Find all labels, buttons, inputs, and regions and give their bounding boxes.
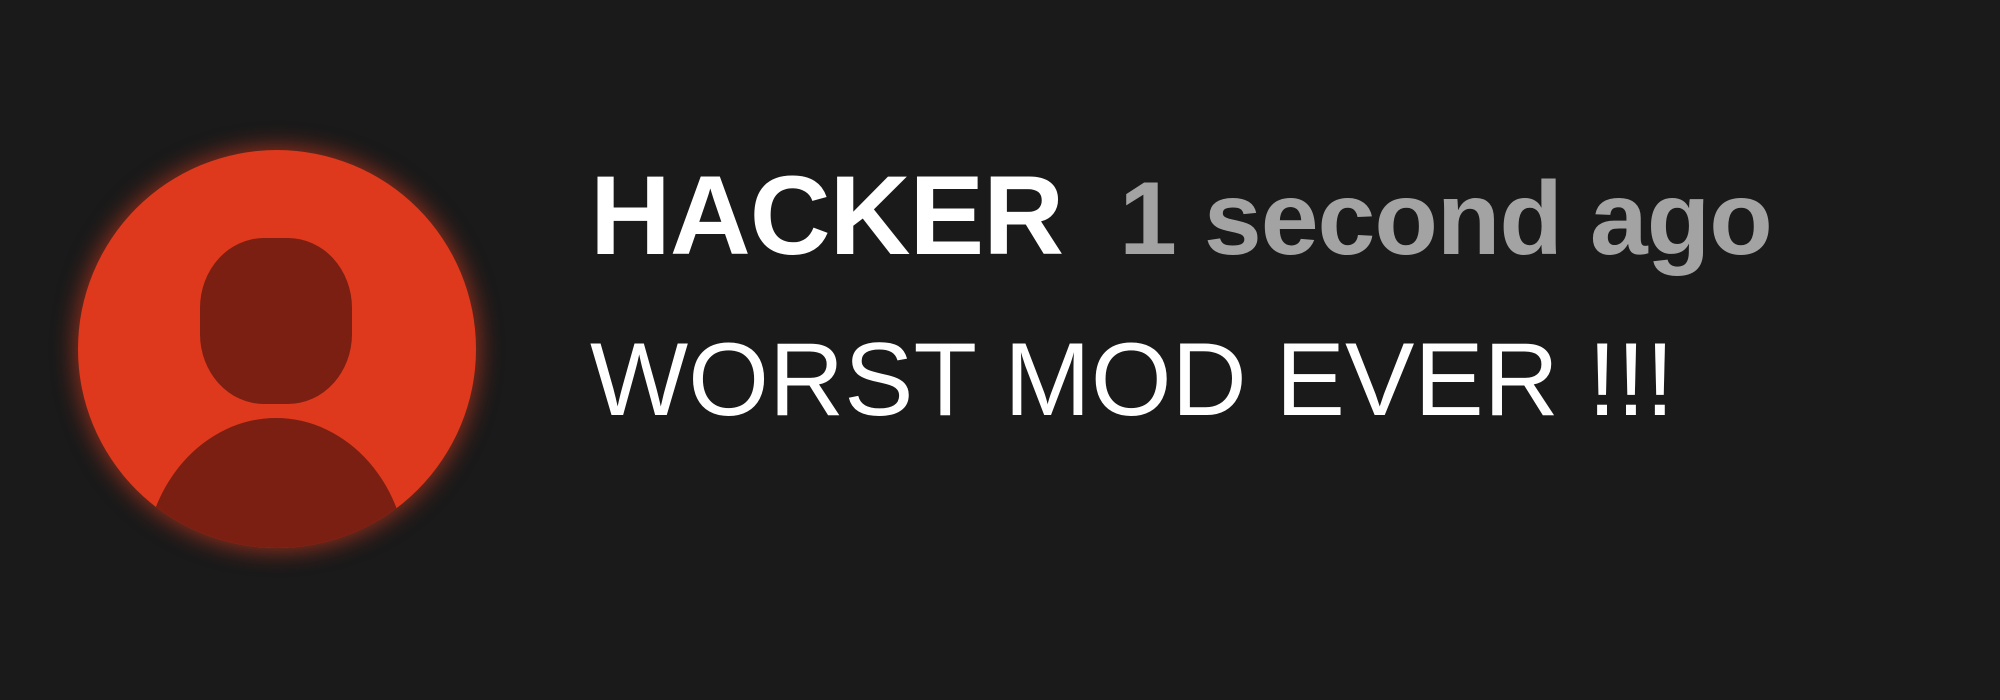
timestamp[interactable]: 1 second ago <box>1119 167 1773 271</box>
avatar[interactable] <box>78 150 476 548</box>
author-name[interactable]: HACKER <box>590 160 1064 272</box>
comment-text: WORST MOD EVER !!! <box>590 322 1675 438</box>
user-silhouette-icon <box>145 238 407 548</box>
comment-header: HACKER 1 second ago <box>590 160 1773 280</box>
comment-content: HACKER 1 second ago WORST MOD EVER !!! <box>590 160 1773 438</box>
comment-card: HACKER 1 second ago WORST MOD EVER !!! <box>0 0 2000 700</box>
avatar-body <box>145 418 407 548</box>
avatar-head <box>200 238 352 404</box>
